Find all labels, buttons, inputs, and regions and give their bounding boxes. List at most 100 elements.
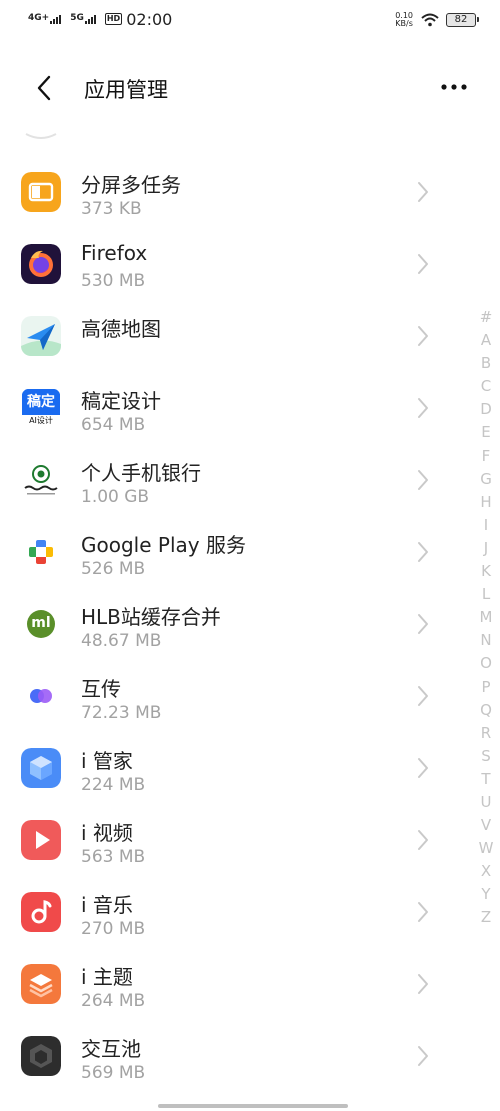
index-letter[interactable]: A [481,329,491,352]
index-letter[interactable]: P [481,676,490,699]
app-size: 48.67 MB [81,631,162,651]
app-size: 264 MB [81,991,146,1011]
app-size: 654 MB [81,415,146,435]
app-size: 224 MB [81,775,146,795]
index-letter[interactable]: Z [481,906,491,929]
chevron-right-icon [418,974,428,994]
status-right: 0.10 KB/s 82 [395,10,479,30]
itheme-icon [21,964,61,1004]
imanager-icon [21,748,61,788]
google-play-services-icon [21,532,61,572]
index-letter[interactable]: D [480,398,492,421]
easyshare-icon [21,676,61,716]
index-letter[interactable]: S [481,745,491,768]
index-letter[interactable]: J [484,537,488,560]
index-letter[interactable]: # [480,306,493,329]
chevron-right-icon [418,326,428,346]
app-row[interactable]: 个人手机银行 1.00 GB [0,444,470,516]
app-size: 373 KB [81,199,142,219]
hlb-icon-text: ml [27,610,55,638]
index-letter[interactable]: Q [480,699,492,722]
app-row[interactable]: 高德地图 [0,300,470,372]
amap-icon [21,316,61,356]
index-letter[interactable]: N [480,629,491,652]
home-indicator[interactable] [158,1104,348,1108]
index-letter[interactable]: K [481,560,491,583]
app-row[interactable]: i 管家 224 MB [0,732,470,804]
hd-voice-icon: HD [104,13,123,25]
index-letter[interactable]: E [481,421,490,444]
index-letter[interactable]: B [481,352,491,375]
app-name: 分屏多任务 [81,173,181,197]
status-left: 4G+ 5G HD 02:00 [28,9,173,29]
index-letter[interactable]: O [480,652,492,675]
chevron-right-icon [418,542,428,562]
back-button[interactable] [26,70,62,106]
app-row[interactable]: 互传 72.23 MB [0,660,470,732]
app-row[interactable]: i 视频 563 MB [0,804,470,876]
sim1-signal-icon: 4G+ [28,14,62,24]
gaoding-icon-subtext: AI设计 [29,416,53,425]
index-letter[interactable]: L [482,583,490,606]
battery-icon: 82 [446,13,479,27]
index-letter[interactable]: Y [481,883,490,906]
index-letter[interactable]: G [480,468,492,491]
index-letter[interactable]: F [482,445,491,468]
gaoding-icon: 稿定 AI设计 [21,388,61,428]
split-screen-icon [21,172,61,212]
app-name: 高德地图 [81,317,161,341]
index-letter[interactable]: U [481,791,492,814]
index-letter[interactable]: H [480,491,491,514]
chevron-right-icon [418,614,428,634]
more-button[interactable] [436,72,472,102]
sim2-label: 5G [70,13,84,23]
index-letter[interactable]: R [481,722,491,745]
app-name: 稿定设计 [81,389,161,413]
index-letter[interactable]: V [481,814,491,837]
app-name: 互传 [81,677,121,701]
alphabet-index[interactable]: # A B C D E F G H I J K L M N O P Q R S T U V W X Y Z [474,306,498,930]
chevron-right-icon [418,254,428,274]
app-size: 270 MB [81,919,146,939]
app-row[interactable]: i 音乐 270 MB [0,876,470,948]
app-name: 交互池 [81,1037,141,1061]
wifi-icon [421,13,439,27]
app-name: Google Play 服务 [81,533,246,557]
network-speed-unit: KB/s [395,19,413,28]
index-letter[interactable]: T [481,768,490,791]
app-row[interactable]: ml HLB站缓存合并 48.67 MB [0,588,470,660]
chevron-right-icon [418,686,428,706]
app-row[interactable]: 分屏多任务 373 KB [0,156,470,228]
app-name: Firefox [81,241,148,265]
sim2-signal-icon: 5G [70,14,97,24]
app-size: 569 MB [81,1063,146,1083]
app-name: i 主题 [81,965,133,989]
app-row[interactable]: i 主题 264 MB [0,948,470,1020]
chevron-left-icon [37,75,51,101]
bank-icon [21,460,61,500]
chevron-right-icon [418,470,428,490]
app-row[interactable]: Google Play 服务 526 MB [0,516,470,588]
sim1-label: 4G+ [28,13,50,23]
chevron-right-icon [418,902,428,922]
chevron-right-icon [418,758,428,778]
clock: 02:00 [126,9,173,29]
app-row[interactable]: 交互池 569 MB [0,1020,470,1092]
app-name: HLB站缓存合并 [81,605,221,629]
chevron-right-icon [418,182,428,202]
imusic-icon [21,892,61,932]
gaoding-icon-text: 稿定 [22,389,60,415]
index-letter[interactable]: C [481,375,491,398]
app-size: 1.00 GB [81,487,150,507]
app-size: 563 MB [81,847,146,867]
index-letter[interactable]: W [479,837,494,860]
app-row[interactable]: 稿定 AI设计 稿定设计 654 MB [0,372,470,444]
chevron-right-icon [418,830,428,850]
app-list[interactable]: 分屏多任务 373 KB Firefox 530 MB 高德地图 稿定 AI设计… [0,120,470,1111]
chevron-right-icon [418,1046,428,1066]
index-letter[interactable]: M [480,606,493,629]
header: 应用管理 [0,60,500,112]
index-letter[interactable]: X [481,860,491,883]
app-row[interactable]: Firefox 530 MB [0,228,470,300]
index-letter[interactable]: I [484,514,488,537]
